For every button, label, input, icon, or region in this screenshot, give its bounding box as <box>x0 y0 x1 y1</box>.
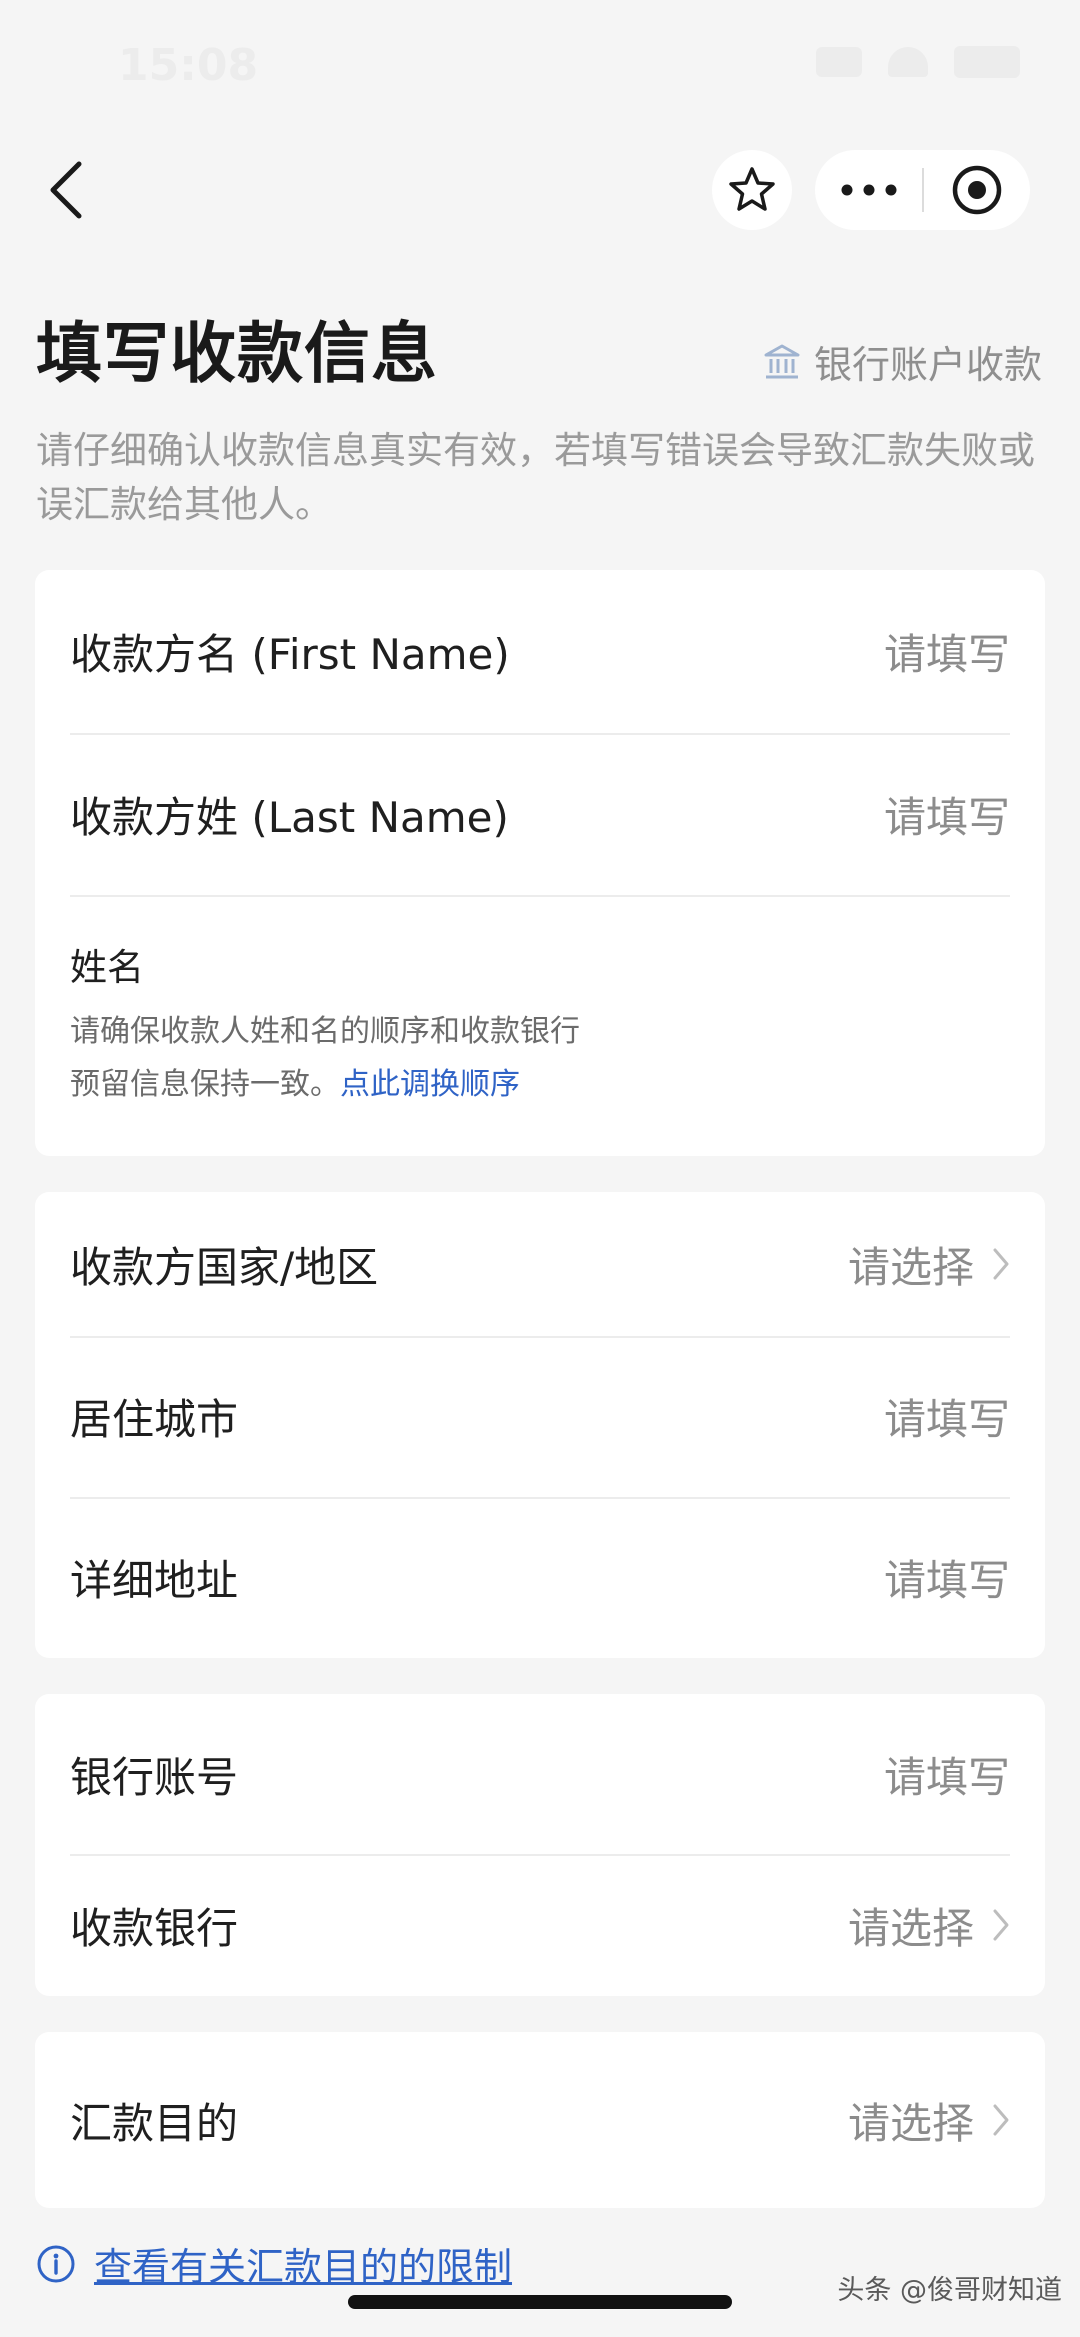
country-row[interactable]: 收款方国家/地区 请选择 <box>35 1192 1045 1336</box>
wifi-icon <box>888 47 928 77</box>
back-button[interactable] <box>36 150 96 230</box>
purpose-select[interactable]: 请选择 <box>848 2090 1010 2151</box>
country-select[interactable]: 请选择 <box>848 1234 1010 1295</box>
status-bar: 15:08 <box>0 0 1080 130</box>
status-icons <box>816 46 1020 78</box>
more-dots-icon <box>841 184 896 196</box>
account-number-input[interactable]: 请填写 <box>884 1744 1010 1805</box>
bank-account-link[interactable]: 银行账户收款 <box>762 334 1042 389</box>
bank-card: 银行账号 请填写 收款银行 请选择 <box>35 1694 1045 1996</box>
city-label: 居住城市 <box>70 1395 239 1444</box>
star-outline-icon <box>729 167 775 211</box>
purpose-placeholder: 请选择 <box>847 2098 974 2148</box>
bank-icon <box>764 344 800 378</box>
city-row[interactable]: 居住城市 请填写 <box>35 1336 1045 1497</box>
country-placeholder: 请选择 <box>847 1242 974 1292</box>
name-preview-block: 姓名 请确保收款人姓和名的顺序和收款银行 预留信息保持一致。点此调换顺序 <box>35 895 1045 1111</box>
battery-icon <box>954 46 1020 78</box>
address-label: 详细地址 <box>70 1556 239 1605</box>
target-circle-icon <box>952 165 1002 215</box>
name-card: 收款方名 (First Name) 请填写 收款方姓 (Last Name) 请… <box>35 570 1045 1156</box>
purpose-label: 汇款目的 <box>70 2098 239 2148</box>
receiving-bank-row[interactable]: 收款银行 请选择 <box>35 1854 1045 1996</box>
last-name-input[interactable]: 请填写 <box>884 784 1010 845</box>
first-name-input[interactable]: 请填写 <box>884 621 1010 682</box>
name-hint-line2: 预留信息保持一致。 <box>70 1067 340 1102</box>
bank-account-link-label: 银行账户收款 <box>813 343 1042 387</box>
chevron-right-icon <box>993 2104 1009 2136</box>
account-number-label: 银行账号 <box>70 1752 239 1802</box>
mini-program-capsule <box>815 150 1030 230</box>
purpose-limit-link-text: 查看有关汇款目的的限制 <box>94 2245 513 2289</box>
address-card: 收款方国家/地区 请选择 居住城市 请填写 详细地址 请填写 <box>35 1192 1045 1658</box>
last-name-label: 收款方姓 (Last Name) <box>70 792 509 842</box>
status-time: 15:08 <box>118 40 259 91</box>
page-subtitle: 请仔细确认收款信息真实有效，若填写错误会导致汇款失败或误汇款给其他人。 <box>36 429 1035 526</box>
watermark: 头条 @俊哥财知道 <box>837 2275 1062 2306</box>
name-hint-line1: 请确保收款人姓和名的顺序和收款银行 <box>70 1014 580 1049</box>
receiving-bank-placeholder: 请选择 <box>847 1903 974 1953</box>
city-input[interactable]: 请填写 <box>884 1386 1010 1447</box>
country-label: 收款方国家/地区 <box>70 1242 379 1292</box>
first-name-row[interactable]: 收款方名 (First Name) 请填写 <box>35 570 1045 733</box>
favorite-button[interactable] <box>712 150 792 230</box>
name-hint-line2-wrap: 预留信息保持一致。点此调换顺序 <box>70 1058 1010 1111</box>
close-button[interactable] <box>924 150 1030 230</box>
receiving-bank-label: 收款银行 <box>70 1903 239 1953</box>
page-title: 填写收款信息 <box>36 315 438 392</box>
address-row[interactable]: 详细地址 请填写 <box>35 1497 1045 1658</box>
name-order-hint: 请确保收款人姓和名的顺序和收款银行 预留信息保持一致。点此调换顺序 <box>70 1005 1010 1111</box>
home-indicator[interactable] <box>348 2295 732 2309</box>
chevron-right-icon <box>993 1248 1009 1280</box>
info-icon <box>37 2245 75 2282</box>
chevron-right-icon <box>993 1909 1009 1941</box>
purpose-limit-link[interactable]: 查看有关汇款目的的限制 <box>36 2236 512 2291</box>
purpose-card: 汇款目的 请选择 <box>35 2032 1045 2208</box>
receiving-bank-select[interactable]: 请选择 <box>848 1895 1010 1956</box>
address-input[interactable]: 请填写 <box>884 1547 1010 1608</box>
more-button[interactable] <box>815 150 922 230</box>
purpose-row[interactable]: 汇款目的 请选择 <box>35 2032 1045 2208</box>
last-name-row[interactable]: 收款方姓 (Last Name) 请填写 <box>35 733 1045 895</box>
account-number-row[interactable]: 银行账号 请填写 <box>35 1694 1045 1854</box>
swap-order-link[interactable]: 点此调换顺序 <box>340 1067 520 1102</box>
first-name-label: 收款方名 (First Name) <box>70 630 510 679</box>
signal-icon <box>816 47 862 77</box>
chevron-left-icon <box>50 161 82 219</box>
name-preview-title: 姓名 <box>70 946 144 989</box>
